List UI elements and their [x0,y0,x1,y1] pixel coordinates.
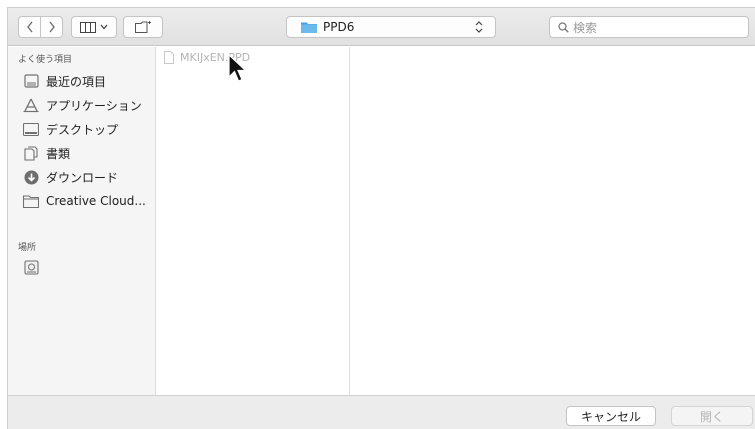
applications-icon [22,97,40,113]
path-popup[interactable]: PPD6 [286,16,496,38]
new-folder-icon [134,21,151,33]
favorites-section-title: よく使う項目 [18,55,73,65]
view-options-button[interactable] [71,16,117,38]
sidebar-item-applications[interactable]: アプリケーション [22,94,142,116]
up-down-chevron-icon [475,20,483,37]
sidebar-item-disk[interactable] [22,256,40,278]
chevron-down-icon [100,24,108,30]
sidebar-item-label: アプリケーション [46,98,142,113]
folder-icon [301,21,317,33]
new-folder-button[interactable] [123,16,163,38]
sidebar-item-desktop[interactable]: デスクトップ [22,118,118,140]
file-browser-column: MKIJxEN.PPD [156,47,350,395]
disk-icon [22,259,40,275]
sidebar-item-downloads[interactable]: ダウンロード [22,166,118,188]
locations-section-title: 場所 [18,243,37,253]
recents-icon [22,73,40,89]
search-placeholder: 検索 [573,20,598,35]
mouse-pointer-icon [228,54,248,82]
sidebar-item-label: 最近の項目 [46,74,107,89]
bottom-bar: キャンセル 開く [8,395,755,429]
columns-view-icon [80,21,96,33]
search-icon [558,21,569,33]
forward-button[interactable] [40,16,63,38]
sidebar-item-label: Creative Cloud... [46,194,146,208]
chevron-right-icon [48,21,55,33]
desktop-icon [22,121,40,137]
sidebar-item-label: ダウンロード [46,170,119,185]
sidebar: よく使う項目 最近の項目 アプリケーション デスクトップ 書類 ダウンロード C… [8,47,156,395]
downloads-icon [22,169,40,185]
chevron-left-icon [26,21,33,33]
empty-column [350,47,755,395]
sidebar-item-recents[interactable]: 最近の項目 [22,70,106,92]
search-field[interactable]: 検索 [549,16,749,38]
toolbar: PPD6 検索 [8,8,755,46]
file-open-dialog: PPD6 検索 よく使う項目 最近の項目 アプリケーション デスクトップ 書類 … [7,7,755,429]
documents-icon [22,145,40,161]
sidebar-item-label: デスクトップ [46,122,119,137]
sidebar-item-documents[interactable]: 書類 [22,142,70,164]
open-button[interactable]: 開く [671,406,753,426]
sidebar-item-label: 書類 [46,146,71,161]
folder-icon [22,193,40,209]
sidebar-item-creative-cloud[interactable]: Creative Cloud... [22,190,146,212]
path-label: PPD6 [323,20,355,34]
cancel-button[interactable]: キャンセル [566,406,656,426]
document-icon [164,51,174,64]
back-button[interactable] [18,16,41,38]
